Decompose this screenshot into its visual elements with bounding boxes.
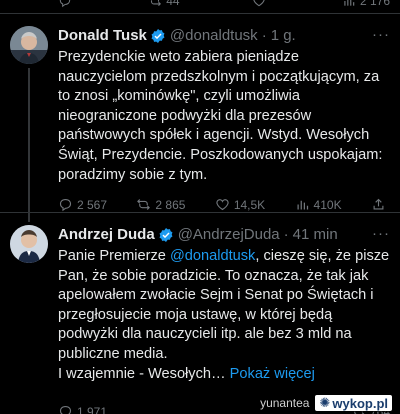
- avatar[interactable]: [10, 26, 48, 64]
- tweet-text-start: Panie Premierze: [58, 248, 170, 264]
- share-button[interactable]: [371, 197, 386, 212]
- author-name[interactable]: Andrzej Duda: [58, 225, 155, 245]
- views-count: 410K: [313, 197, 342, 212]
- mention-link[interactable]: @donaldtusk: [170, 248, 255, 264]
- watermark-user: yunantea: [260, 396, 310, 410]
- heart-icon: [216, 199, 229, 211]
- tweet-text: Prezydenckie weto zabiera pieniądze nauc…: [58, 49, 387, 183]
- reply-count: 2 567: [77, 197, 108, 212]
- like-button[interactable]: 14,5K: [215, 197, 265, 212]
- views-button[interactable]: 410K: [295, 197, 342, 212]
- verified-icon: [159, 228, 173, 242]
- reply-button[interactable]: [58, 0, 76, 8]
- show-more-link[interactable]: Pokaż więcej: [230, 366, 315, 382]
- reply-button[interactable]: 1 971: [58, 404, 107, 414]
- tweet-header: Andrzej Duda @AndrzejDuda · 41 min: [58, 225, 390, 245]
- share-icon: [373, 198, 384, 210]
- more-options-icon[interactable]: ···: [372, 26, 390, 43]
- tweet-actions: 2 567 2 865 14,5K 410K: [58, 197, 390, 212]
- avatar-tusk-icon: [10, 26, 48, 64]
- timestamp[interactable]: 1 g.: [271, 26, 296, 46]
- wykop-logo-icon: ✺: [319, 395, 331, 410]
- retweet-button[interactable]: 44: [148, 0, 180, 8]
- reply-count: 1 971: [77, 404, 108, 414]
- reply-icon: [59, 199, 72, 212]
- author-handle[interactable]: @donaldtusk: [170, 26, 258, 46]
- retweet-button[interactable]: 2 865: [136, 197, 185, 212]
- tweet-duda[interactable]: Andrzej Duda @AndrzejDuda · 41 min ··· P…: [0, 213, 400, 404]
- reply-icon: [59, 0, 71, 8]
- author-handle[interactable]: @AndrzejDuda: [178, 225, 280, 245]
- tweet-tusk[interactable]: Donald Tusk @donaldtusk · 1 g. ··· Prezy…: [0, 14, 400, 222]
- views-icon: [344, 0, 355, 6]
- tweet-header: Donald Tusk @donaldtusk · 1 g.: [58, 26, 390, 46]
- like-button[interactable]: [252, 0, 270, 8]
- tweet-text-rest: , cieszę się, że pisze Pan, że sobie por…: [58, 248, 390, 382]
- wykop-logo: ✺ wykop.pl: [315, 395, 392, 411]
- previous-tweet-actions: 44 2 176: [0, 0, 400, 12]
- avatar[interactable]: [10, 225, 48, 263]
- watermark: yunantea ✺ wykop.pl: [256, 394, 396, 412]
- thread-line: [28, 68, 30, 222]
- views-icon: [297, 200, 308, 210]
- author-name[interactable]: Donald Tusk: [58, 26, 147, 46]
- more-options-icon[interactable]: ···: [372, 225, 390, 242]
- retweet-icon: [151, 0, 162, 7]
- reply-icon: [59, 405, 72, 414]
- separator-dot: ·: [261, 27, 267, 44]
- views-button[interactable]: 2 176: [342, 0, 390, 8]
- verified-icon: [151, 29, 165, 43]
- retweet-count: 2 865: [155, 197, 186, 212]
- avatar-duda-icon: [10, 225, 48, 263]
- watermark-site: wykop.pl: [332, 395, 388, 411]
- tweet-text: Panie Premierze @donaldtusk, cieszę się,…: [58, 247, 390, 384]
- like-count: 14,5K: [233, 197, 266, 212]
- retweet-icon: [137, 199, 151, 211]
- heart-icon: [253, 0, 265, 7]
- reply-button[interactable]: 2 567: [58, 197, 107, 212]
- separator-dot: ·: [283, 226, 289, 243]
- timestamp[interactable]: 41 min: [293, 225, 338, 245]
